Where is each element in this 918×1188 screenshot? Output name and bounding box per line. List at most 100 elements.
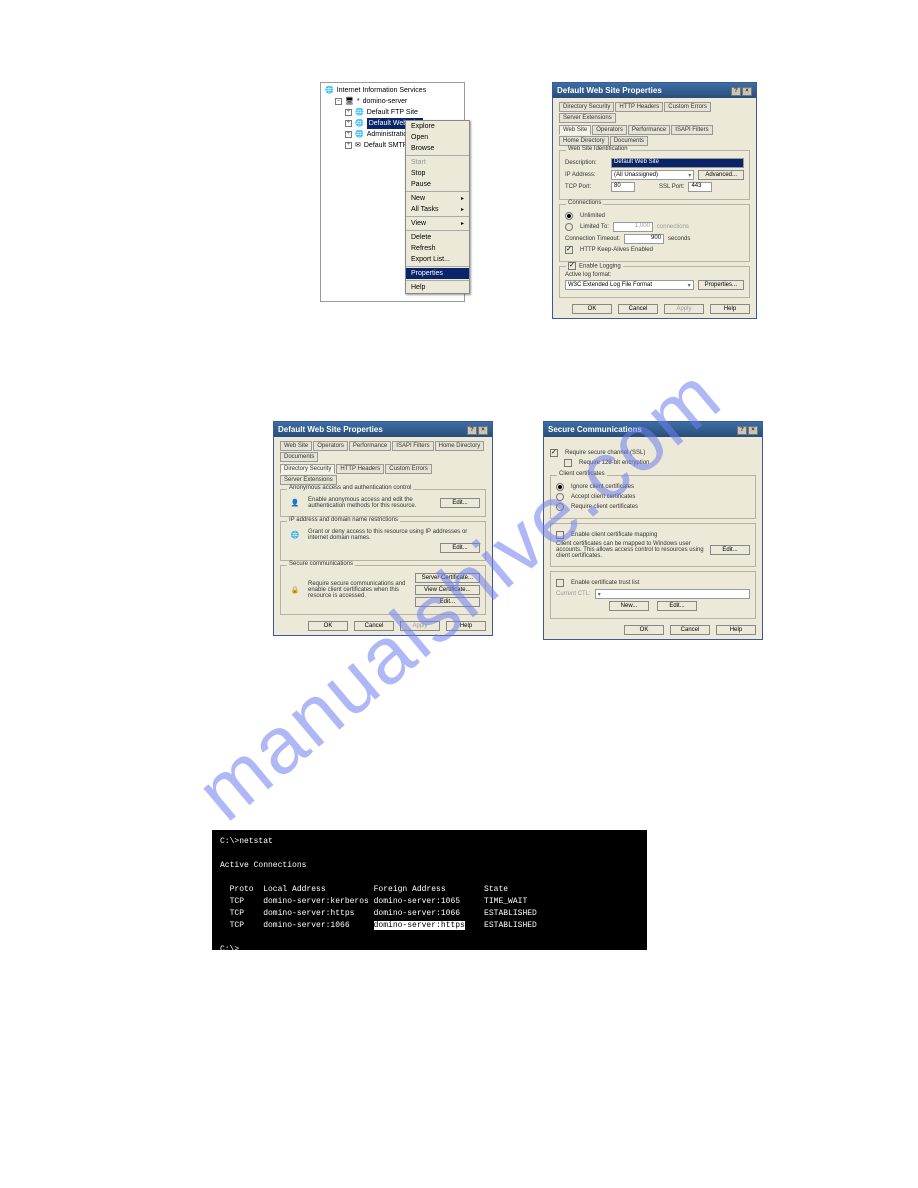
iis-icon: 🌐 [325,85,334,96]
ip-desc: Grant or deny access to this resource us… [308,529,480,541]
require-cert-radio[interactable] [556,503,564,511]
menu-refresh[interactable]: Refresh [406,243,469,254]
client-certs-group: Client certificates Ignore client certif… [550,475,756,519]
enable-mapping-check[interactable] [556,531,564,539]
apply-button[interactable]: Apply [664,304,704,314]
expand-box[interactable]: + [345,131,352,138]
ip-edit-button[interactable]: Edit... [440,543,480,553]
server-cert-button[interactable]: Server Certificate... [415,573,480,583]
group-legend: Secure communications [287,561,355,567]
cancel-button[interactable]: Cancel [670,625,710,635]
limited-radio[interactable] [565,223,573,231]
menu-delete[interactable]: Delete [406,232,469,243]
console-header: Active Connections [220,861,306,870]
help-button[interactable]: Help [710,304,750,314]
tab-performance[interactable]: Performance [628,125,670,135]
tab-website[interactable]: Web Site [280,441,312,451]
help-icon[interactable]: ? [467,426,477,435]
expand-box[interactable]: + [345,142,352,149]
tab-isapi[interactable]: ISAPI Filters [671,125,712,135]
log-format-select[interactable]: W3C Extended Log File Format [565,280,694,290]
description-input[interactable]: Default Web Site [611,158,744,168]
tab-dir-security[interactable]: Directory Security [280,464,335,474]
menu-stop[interactable]: Stop [406,168,469,179]
dialog-button-row: OK Cancel Apply Help [559,304,750,314]
tab-http-headers[interactable]: HTTP Headers [615,102,663,112]
close-icon[interactable]: × [748,426,758,435]
tree-server[interactable]: –🖥* domino-server [325,96,460,107]
log-properties-button[interactable]: Properties... [698,280,744,290]
tab-performance[interactable]: Performance [349,441,391,451]
enable-ctl-check[interactable] [556,579,564,587]
tab-home-dir[interactable]: Home Directory [435,441,485,451]
secure-edit-button[interactable]: Edit... [415,597,480,607]
timeout-input[interactable]: 900 [624,234,664,244]
menu-new[interactable]: New [406,193,469,204]
enable-logging-check[interactable] [568,262,576,270]
ok-button[interactable]: OK [624,625,664,635]
tab-dir-security[interactable]: Directory Security [559,102,614,112]
accept-cert-radio[interactable] [556,493,564,501]
console-row-pre: TCP domino-server:1066 [220,921,374,930]
expand-box[interactable]: + [345,109,352,116]
menu-explore[interactable]: Explore [406,121,469,132]
root-label: Internet Information Services [337,85,427,96]
menu-open[interactable]: Open [406,132,469,143]
tree-root[interactable]: 🌐Internet Information Services [325,85,460,96]
unlimited-radio[interactable] [565,212,573,220]
help-button[interactable]: Help [446,621,486,631]
ssl-input[interactable]: 443 [688,182,712,192]
expand-box[interactable]: – [335,98,342,105]
close-icon[interactable]: × [478,426,488,435]
format-label: Active log format: [565,272,744,278]
close-icon[interactable]: × [742,87,752,96]
help-button[interactable]: Help [716,625,756,635]
menu-help[interactable]: Help [406,282,469,293]
ignore-cert-radio[interactable] [556,483,564,491]
tab-website[interactable]: Web Site [559,125,591,135]
tabs-row-front: Web Site Operators Performance ISAPI Fil… [559,125,750,146]
cancel-button[interactable]: Cancel [618,304,658,314]
require-128-check[interactable] [564,459,572,467]
tab-operators[interactable]: Operators [313,441,348,451]
ip-label: IP Address: [565,172,607,178]
menu-browse[interactable]: Browse [406,143,469,154]
expand-box[interactable]: + [345,120,352,127]
tab-isapi[interactable]: ISAPI Filters [392,441,433,451]
menu-properties[interactable]: Properties [406,268,469,279]
view-cert-button[interactable]: View Certificate... [415,585,480,595]
tab-documents[interactable]: Documents [280,452,318,462]
tab-operators[interactable]: Operators [592,125,627,135]
ip-select[interactable]: (All Unassigned) [611,170,694,180]
advanced-button[interactable]: Advanced... [698,170,744,180]
cancel-button[interactable]: Cancel [354,621,394,631]
anon-edit-button[interactable]: Edit... [440,498,480,508]
tab-documents[interactable]: Documents [610,136,648,146]
tab-custom-errors[interactable]: Custom Errors [664,102,711,112]
help-icon[interactable]: ? [737,426,747,435]
accept-cert-label: Accept client certificates [571,494,635,500]
tab-home-dir[interactable]: Home Directory [559,136,609,146]
console-row-post: ESTABLISHED [465,921,537,930]
ok-button[interactable]: OK [308,621,348,631]
keepalive-check[interactable] [565,246,573,254]
require-ssl-check[interactable] [550,449,558,457]
menu-start: Start [406,157,469,168]
apply-button[interactable]: Apply [400,621,440,631]
tab-server-ext[interactable]: Server Extensions [280,475,337,485]
menu-all-tasks[interactable]: All Tasks [406,204,469,215]
menu-export[interactable]: Export List... [406,254,469,265]
help-icon[interactable]: ? [731,87,741,96]
tab-server-ext[interactable]: Server Extensions [559,113,616,123]
menu-pause[interactable]: Pause [406,179,469,190]
titlebar: Default Web Site Properties ?× [274,422,492,437]
tree-site-ftp[interactable]: +🌐Default FTP Site [325,107,460,118]
limited-input[interactable]: 1,000 [613,222,653,232]
menu-view[interactable]: View [406,218,469,229]
tcp-input[interactable]: 80 [611,182,635,192]
tab-custom-errors[interactable]: Custom Errors [385,464,432,474]
enable-ctl-label: Enable certificate trust list [571,580,639,586]
ok-button[interactable]: OK [572,304,612,314]
tab-http-headers[interactable]: HTTP Headers [336,464,384,474]
group-legend: Web Site Identification [566,146,630,152]
